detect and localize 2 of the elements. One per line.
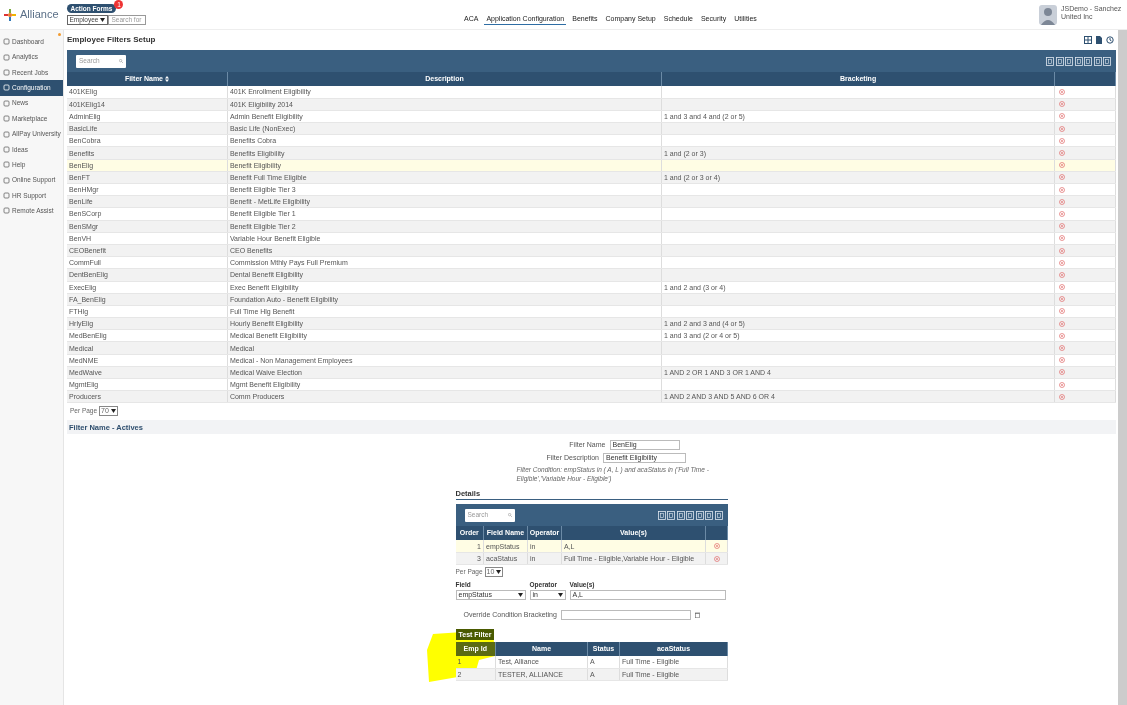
page-title: Employee Filters Setup — [67, 35, 156, 45]
logo-text: Alliance — [20, 9, 59, 20]
